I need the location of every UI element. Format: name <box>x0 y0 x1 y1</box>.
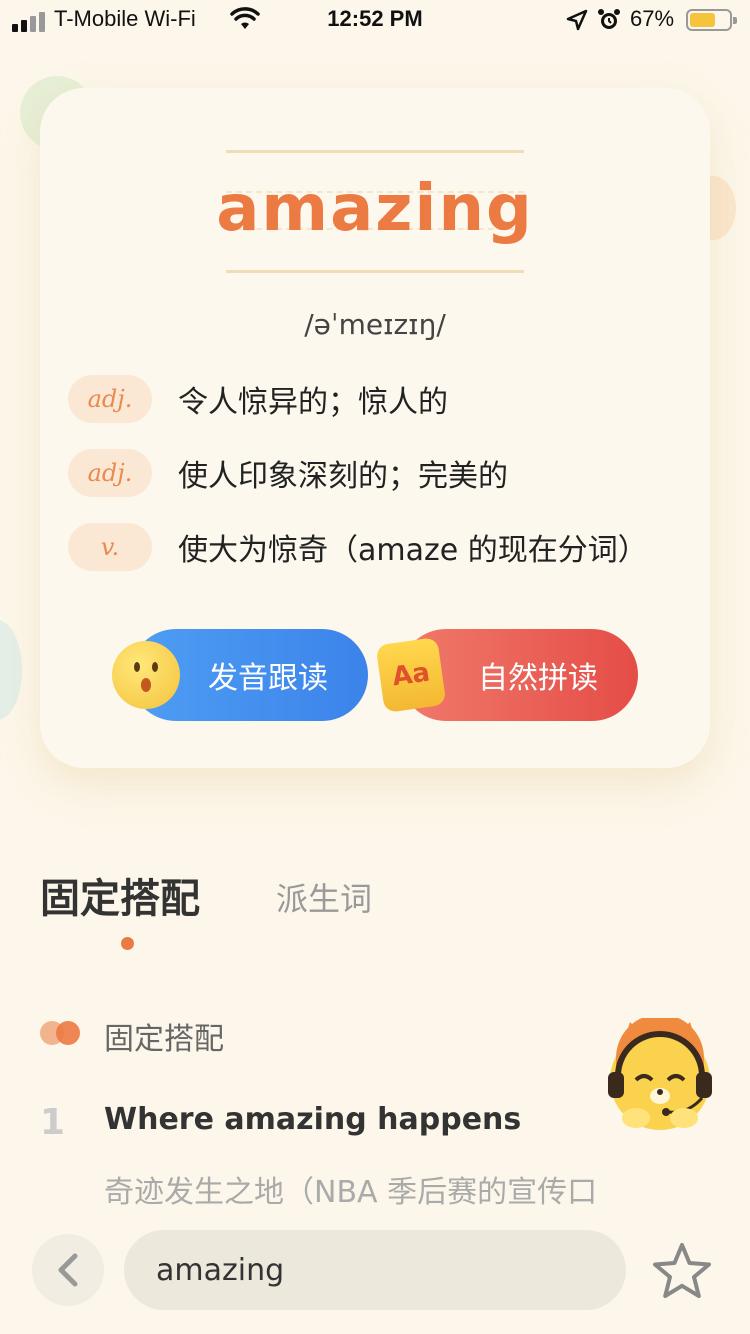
back-button[interactable] <box>32 1234 104 1306</box>
definition-row: adj. 使人印象深刻的；完美的 <box>68 449 508 497</box>
collocation-phrase[interactable]: Where amazing happens <box>104 1102 521 1137</box>
collocation-translation: 奇迹发生之地（NBA 季后赛的宣传口 <box>104 1175 598 1210</box>
follow-read-button[interactable]: 发音跟读 <box>112 629 368 721</box>
pos-badge: v. <box>68 523 152 571</box>
star-icon[interactable] <box>650 1240 714 1304</box>
phonetic[interactable]: /əˈmeɪzɪŋ/ <box>40 308 710 341</box>
writing-line <box>226 270 524 273</box>
phonics-label: 自然拼读 <box>478 661 598 696</box>
letters-aa-icon: Aa <box>375 637 447 713</box>
definition-text: 使人印象深刻的；完美的 <box>178 459 508 494</box>
battery-icon <box>686 9 737 31</box>
active-tab-indicator <box>121 937 134 950</box>
definition-text: 使大为惊奇（amaze 的现在分词） <box>178 533 648 568</box>
item-number: 1 <box>40 1102 66 1143</box>
pos-badge: adj. <box>68 449 152 497</box>
alarm-icon <box>598 9 620 29</box>
search-input[interactable]: amazing <box>124 1230 626 1310</box>
section-title: 固定搭配 <box>104 1022 224 1057</box>
tab-derivatives[interactable]: 派生词 <box>276 874 372 920</box>
definition-row: v. 使大为惊奇（amaze 的现在分词） <box>68 523 648 571</box>
phonics-button[interactable]: Aa 自然拼读 <box>375 629 638 721</box>
definition-row: adj. 令人惊异的；惊人的 <box>68 375 448 423</box>
back-chevron-icon <box>58 1253 78 1287</box>
word-card: amazing /əˈmeɪzɪŋ/ adj. 令人惊异的；惊人的 adj. 使… <box>40 88 710 768</box>
battery-percent: 67% <box>630 6 675 31</box>
decor-blob <box>0 620 22 720</box>
pos-badge: adj. <box>68 375 152 423</box>
follow-read-label: 发音跟读 <box>208 661 328 696</box>
writing-line <box>226 150 524 153</box>
definition-text: 令人惊异的；惊人的 <box>178 385 448 420</box>
surprised-face-icon <box>112 641 180 709</box>
mascot-headset-icon[interactable] <box>602 1018 718 1136</box>
status-bar: T-Mobile Wi-Fi 12:52 PM 67% <box>0 0 750 40</box>
word-title: amazing <box>216 172 534 246</box>
tab-collocations[interactable]: 固定搭配 <box>40 866 200 924</box>
location-icon <box>566 9 588 31</box>
section-dots-icon <box>40 1021 84 1045</box>
